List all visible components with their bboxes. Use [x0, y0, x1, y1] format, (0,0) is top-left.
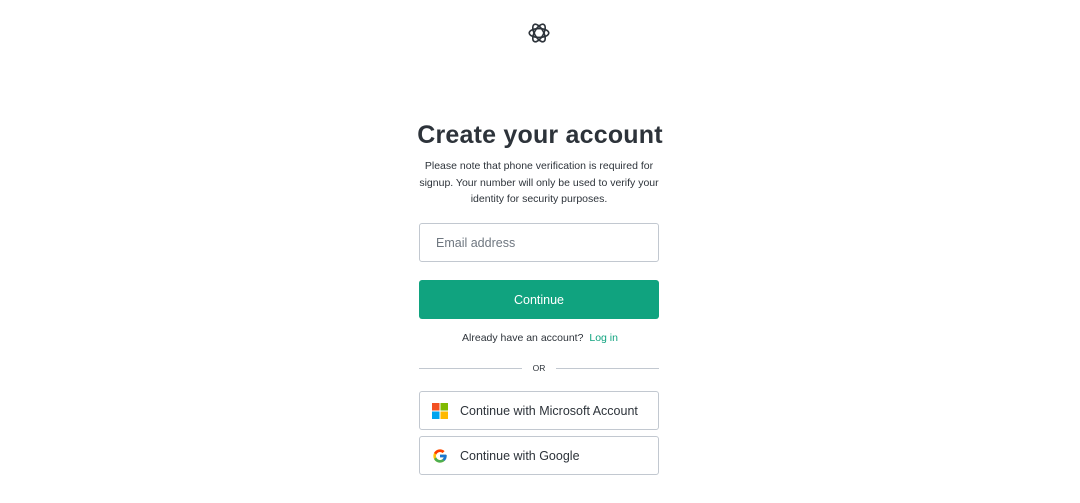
openai-logo-icon: [528, 23, 550, 43]
microsoft-login-label: Continue with Microsoft Account: [460, 403, 638, 418]
google-icon: [433, 448, 447, 463]
or-divider: OR: [419, 362, 659, 376]
phone-verification-note: Please note that phone verification is r…: [419, 160, 659, 205]
continue-button[interactable]: Continue: [419, 280, 659, 319]
divider-line-right: [556, 368, 659, 369]
microsoft-icon: [432, 402, 448, 419]
microsoft-login-button[interactable]: Continue with Microsoft Account: [419, 391, 659, 430]
login-prompt-text: Already have an account?: [462, 332, 584, 344]
log-in-link[interactable]: Log in: [589, 332, 618, 344]
google-login-label: Continue with Google: [460, 448, 580, 463]
login-prompt-row: Already have an account? Log in: [0, 332, 1080, 344]
google-login-button[interactable]: Continue with Google: [419, 436, 659, 475]
email-field[interactable]: [419, 223, 659, 262]
page-title: Create your account: [417, 121, 663, 149]
